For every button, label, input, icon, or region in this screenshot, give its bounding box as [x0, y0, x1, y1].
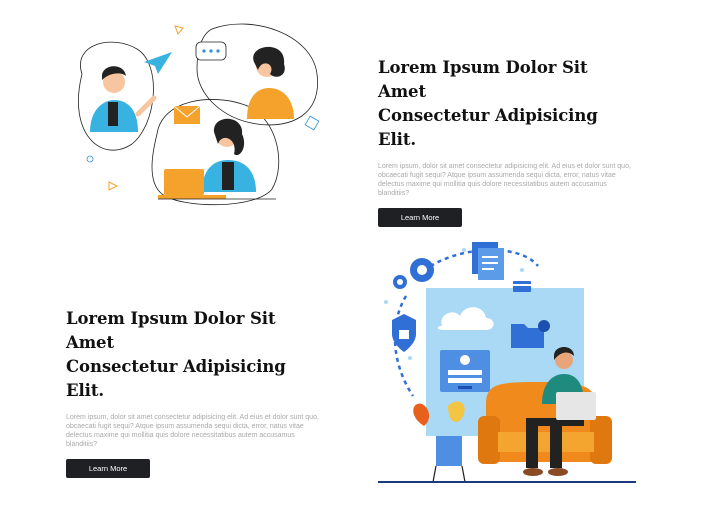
feature-section-2: Lorem Ipsum Dolor Sit Amet Consectetur A…	[66, 307, 324, 478]
section-body: Lorem ipsum, dolor sit amet consectetur …	[66, 414, 319, 448]
heading-line: Lorem Ipsum Dolor Sit Amet	[66, 309, 276, 352]
cloud-security-illustration	[378, 236, 640, 490]
section-heading: Lorem Ipsum Dolor Sit Amet Consectetur A…	[378, 56, 636, 152]
section-heading: Lorem Ipsum Dolor Sit Amet Consectetur A…	[66, 307, 324, 403]
learn-more-button[interactable]: Learn More	[378, 208, 462, 227]
feature-section-1: Lorem Ipsum Dolor Sit Amet Consectetur A…	[378, 56, 636, 227]
heading-line: Consectetur Adipisicing Elit.	[378, 106, 598, 149]
heading-line: Lorem Ipsum Dolor Sit Amet	[378, 58, 588, 101]
remote-communication-illustration	[62, 14, 327, 214]
section-body: Lorem ipsum, dolor sit amet consectetur …	[378, 163, 631, 197]
heading-line: Consectetur Adipisicing Elit.	[66, 357, 286, 400]
learn-more-button[interactable]: Learn More	[66, 459, 150, 478]
